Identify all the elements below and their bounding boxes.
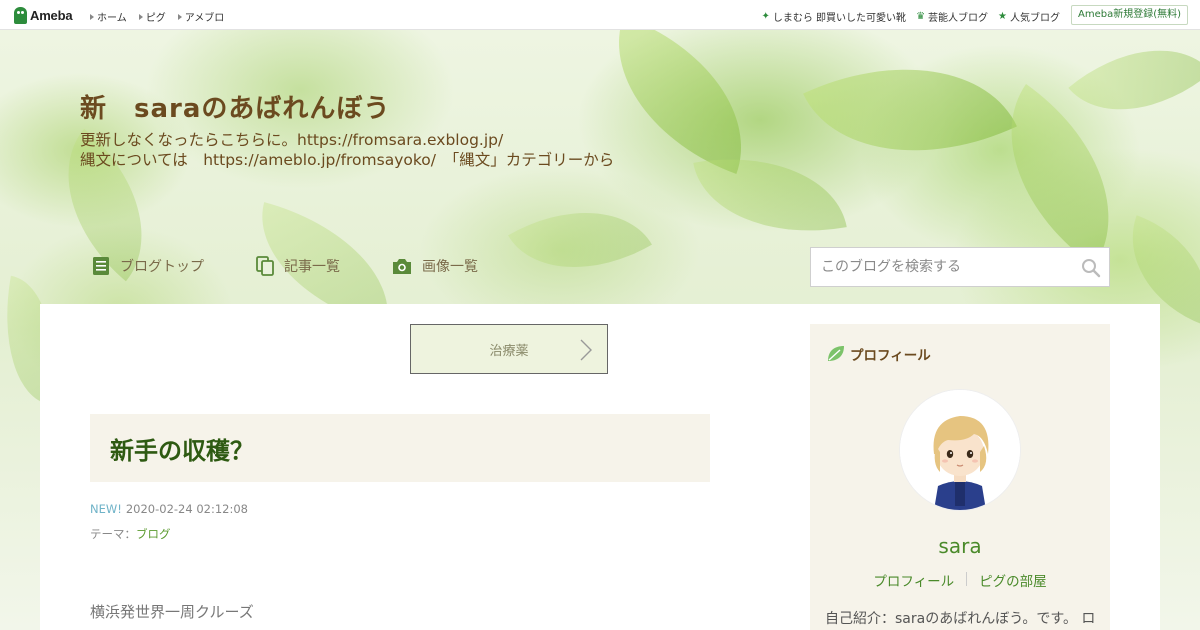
entry-body-line: 横浜発世界一周クルーズ xyxy=(90,603,254,621)
sparkle-icon: ✦ xyxy=(761,11,770,22)
copy-icon xyxy=(256,256,274,276)
celebrity-blog-link[interactable]: ♛ 芸能人ブログ xyxy=(916,9,988,24)
blog-top-link[interactable]: ブログトップ xyxy=(92,256,204,276)
leaf-icon xyxy=(828,346,844,361)
celebrity-blog-label: 芸能人ブログ xyxy=(928,13,989,24)
theme-button[interactable]: 治療薬 xyxy=(410,324,608,374)
theme-link[interactable]: ブログ xyxy=(136,527,171,541)
image-list-label: 画像一覧 xyxy=(422,259,478,275)
entry-title[interactable]: 新手の収穫？ xyxy=(90,414,710,482)
entry-datetime: 2020-02-24 02:12:08 xyxy=(125,502,248,516)
search-input[interactable] xyxy=(811,248,1071,286)
profile-heading: プロフィール xyxy=(826,344,931,364)
nav-pigg-link[interactable]: ピグ xyxy=(138,9,166,24)
camera-icon xyxy=(393,259,411,274)
blog-description-line: 縄文については https://ameblo.jp/fromsayoko/ 「縄… xyxy=(80,151,615,169)
popular-blog-link[interactable]: ★ 人気ブログ xyxy=(998,9,1060,24)
chevron-right-icon xyxy=(580,339,592,361)
leaf-decoration xyxy=(508,175,652,305)
blog-top-label: ブログトップ xyxy=(120,259,204,275)
nav-ameblo-link[interactable]: アメブロ xyxy=(177,9,225,24)
blog-nav: ブログトップ 記事一覧 画像一覧 xyxy=(92,256,478,276)
nav-pigg-label: ピグ xyxy=(145,13,166,24)
link-divider xyxy=(966,572,968,586)
blog-description-line: 更新しなくなったらこちらに。https://fromsara.exblog.jp… xyxy=(80,131,504,149)
nav-home-link[interactable]: ホーム xyxy=(90,9,127,24)
global-nav: ホーム ピグ アメブロ xyxy=(90,9,224,24)
theme-button-label: 治療薬 xyxy=(489,343,529,359)
leaf-decoration xyxy=(1068,10,1200,150)
profile-heading-label: プロフィール xyxy=(850,348,931,364)
new-badge: NEW! xyxy=(90,502,122,516)
ameba-logo[interactable]: Ameba xyxy=(14,7,73,24)
profile-box: プロフィール sara プロフィール ピグの部屋 自己紹介：saraのあばれんぼ… xyxy=(810,324,1110,630)
arrow-right-icon xyxy=(90,13,94,20)
ameba-logo-text: Ameba xyxy=(30,8,73,23)
blog-search xyxy=(810,247,1110,287)
entry-meta: NEW! 2020-02-24 02:12:08 xyxy=(90,502,248,516)
profile-links: プロフィール ピグの部屋 xyxy=(810,570,1110,590)
leaf-decoration xyxy=(803,17,1017,203)
arrow-right-icon xyxy=(138,13,143,20)
crown-icon: ♛ xyxy=(916,11,926,22)
nav-home-label: ホーム xyxy=(97,13,127,24)
profile-link[interactable]: プロフィール xyxy=(873,570,954,590)
global-header: Ameba ホーム ピグ アメブロ ✦ しまむら 即買いした可愛い靴 ♛ 芸能人ブロ… xyxy=(0,0,1200,30)
entry-list-label: 記事一覧 xyxy=(284,259,340,275)
blog-title[interactable]: 新 saraのあばれんぼう xyxy=(80,88,390,125)
star-icon: ★ xyxy=(998,11,1007,22)
avatar-image xyxy=(900,390,1020,510)
avatar[interactable] xyxy=(900,390,1020,510)
profile-username[interactable]: sara xyxy=(810,534,1110,558)
entry-theme: テーマ：ブログ xyxy=(90,526,171,542)
document-icon xyxy=(93,257,109,275)
entry-body: 横浜発世界一周クルーズ xyxy=(90,600,254,624)
arrow-right-icon xyxy=(177,13,182,20)
pigg-room-link[interactable]: ピグの部屋 xyxy=(979,570,1047,590)
nav-ameblo-label: アメブロ xyxy=(184,13,225,24)
search-icon[interactable] xyxy=(1081,258,1101,282)
popular-blog-label: 人気ブログ xyxy=(1010,13,1060,24)
main-panel: 治療薬 新手の収穫？ NEW! 2020-02-24 02:12:08 テーマ：ブ… xyxy=(40,304,1160,630)
entry-list-link[interactable]: 記事一覧 xyxy=(256,256,340,276)
shimamura-label: しまむら 即買いした可愛い靴 xyxy=(772,13,907,24)
profile-intro: 自己紹介：saraのあばれんぼう。です。 ロ xyxy=(825,611,1096,627)
ameba-logo-icon xyxy=(14,7,27,24)
shimamura-link[interactable]: ✦ しまむら 即買いした可愛い靴 xyxy=(761,9,906,24)
header-links: ✦ しまむら 即買いした可愛い靴 ♛ 芸能人ブログ ★ 人気ブログ xyxy=(761,9,1060,24)
signup-button[interactable]: Ameba新規登録(無料) xyxy=(1070,5,1188,25)
image-list-link[interactable]: 画像一覧 xyxy=(392,256,478,276)
theme-prefix: テーマ： xyxy=(90,527,136,541)
blog-description: 更新しなくなったらこちらに。https://fromsara.exblog.jp… xyxy=(80,130,614,170)
